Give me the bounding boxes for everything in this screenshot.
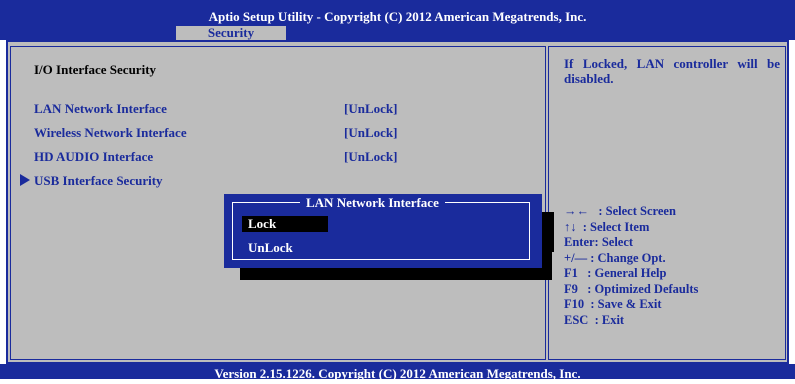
setting-lan-network-interface-value[interactable]: [UnLock] [344,101,397,117]
popup-shadow-right [540,212,554,252]
key-save-exit: F10 : Save & Exit [564,297,662,311]
key-legend: →← : Select Screen ↑↓ : Select Item Ente… [564,204,698,328]
setting-wireless-network-interface-value[interactable]: [UnLock] [344,125,397,141]
setting-hd-audio-interface[interactable]: HD AUDIO Interface [34,149,153,165]
setting-wireless-network-interface[interactable]: Wireless Network Interface [34,125,187,141]
key-exit: ESC : Exit [564,312,625,327]
key-change-opt: +/— : Change Opt. [564,250,666,265]
submenu-arrow-icon [20,174,30,186]
popup-title: LAN Network Interface [300,196,445,210]
key-select-item: ↑↓ : Select Item [564,219,650,234]
app-title: Aptio Setup Utility - Copyright (C) 2012… [208,9,587,24]
popup-option-unlock[interactable]: UnLock [242,240,328,256]
popup-option-lock[interactable]: Lock [242,216,328,232]
key-enter: Enter: Select [564,235,634,249]
key-select-screen: →← : Select Screen [564,204,676,218]
setting-hd-audio-interface-value[interactable]: [UnLock] [344,149,397,165]
setting-lan-network-interface[interactable]: LAN Network Interface [34,101,167,117]
key-optimized-defaults: F9 : Optimized Defaults [564,281,699,296]
footer-version: Version 2.15.1226. Copyright (C) 2012 Am… [0,364,795,381]
key-general-help: F1 : General Help [564,266,667,280]
page-heading: I/O Interface Security [34,62,157,77]
submenu-usb-interface-security[interactable]: USB Interface Security [34,173,163,189]
help-description: If Locked, LAN controller will be disabl… [564,56,780,86]
tab-security[interactable]: Security [176,26,286,40]
